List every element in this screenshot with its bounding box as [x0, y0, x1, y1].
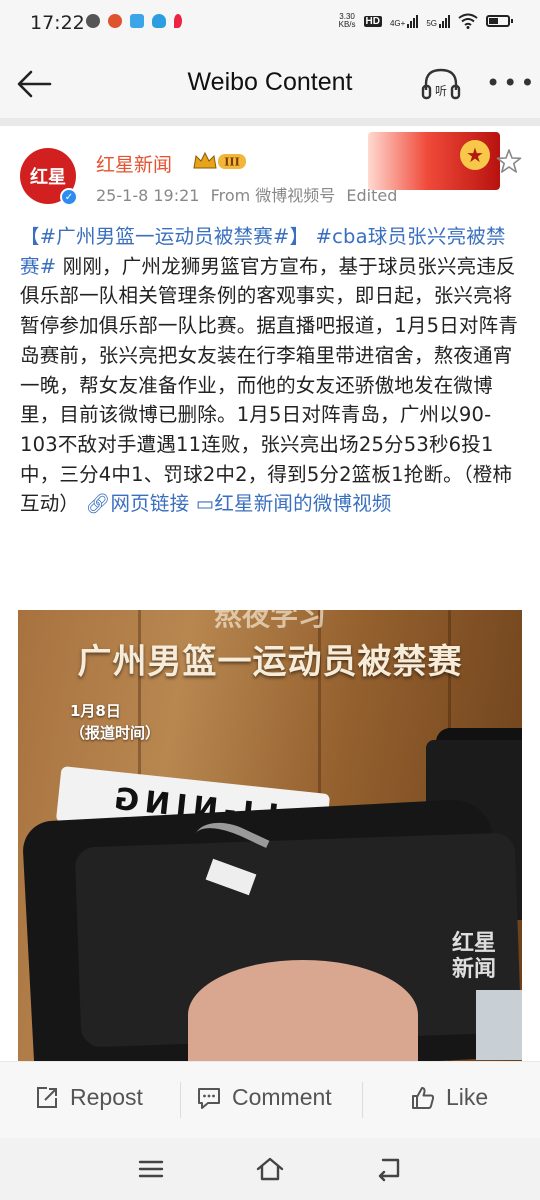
post-date: 25-1-8 19:21 — [96, 186, 200, 205]
network-speed: 3.30 KB/s — [338, 12, 356, 29]
listen-headphones-icon[interactable]: 听 — [420, 64, 462, 104]
home-icon[interactable] — [255, 1154, 285, 1184]
post-action-bar: Repost Comment Like — [0, 1062, 540, 1138]
hd-icon: HD — [363, 15, 382, 27]
status-bar: 17:22 3.30 KB/s HD 4G+ 5G — [0, 0, 540, 50]
person-in-bag — [188, 960, 418, 1061]
location-pin-icon — [174, 14, 182, 28]
avatar-text: 红星 — [30, 167, 66, 188]
verified-badge-icon: ✓ — [60, 188, 78, 206]
qq-icon — [152, 14, 166, 28]
web-link[interactable]: 🔗︎网页链接 — [86, 492, 190, 515]
thumbs-up-icon — [412, 1086, 435, 1109]
post-text: 刚刚，广州龙狮男篮官方宣布，基于球员张兴亮违反俱乐部一队相关管理条例的客观事实，… — [20, 254, 519, 516]
post-meta: 25-1-8 19:21 From 微博视频号 Edited — [96, 182, 403, 206]
signal-4g-icon: 4G+ — [390, 14, 419, 28]
listen-label: 听 — [435, 84, 447, 98]
comment-button[interactable]: Comment — [196, 1084, 332, 1111]
system-nav-bar — [0, 1138, 540, 1200]
repost-button[interactable]: Repost — [34, 1084, 143, 1111]
signal-5g-icon: 5G — [426, 14, 450, 28]
hashtag-topic-1[interactable]: 【#广州男篮一运动员被禁赛#】 — [20, 225, 309, 248]
post-source: From 微博视频号 — [210, 186, 336, 205]
notification-icons — [86, 14, 182, 28]
wifi-icon — [458, 13, 478, 29]
video-watermark: 红星新闻 — [452, 930, 497, 982]
level-badge: III — [224, 156, 239, 169]
video-date-label: 1月8日 （报道时间） — [70, 702, 161, 742]
weibo-icon — [108, 14, 122, 28]
video-caption-top: 熬夜学习 — [213, 610, 326, 632]
like-button[interactable]: Like — [410, 1084, 488, 1111]
post-card: 红星 ✓ 红星新闻 III 25-1-8 19:21 From 微博视频号 Ed… — [0, 126, 540, 1061]
post-body: 【#广州男篮一运动员被禁赛#】 #cba球员张兴亮被禁赛# 刚刚，广州龙狮男篮官… — [20, 222, 522, 519]
favorite-star-icon[interactable] — [496, 148, 522, 174]
link-icon: 🔗︎ — [85, 492, 111, 516]
action-divider — [362, 1082, 363, 1118]
top-app-bar: Weibo Content 听 ••• — [0, 50, 540, 118]
decoration-banner: ★ — [368, 132, 500, 190]
video-link[interactable]: ▭红星新闻的微博视频 — [196, 492, 392, 515]
video-player[interactable]: 熬夜学习 广州男篮一运动员被禁赛 1月8日 （报道时间） LI-NING 红星新… — [18, 610, 522, 1061]
side-box — [476, 990, 522, 1060]
wechat-icon — [86, 14, 100, 28]
menu-icon[interactable] — [136, 1154, 166, 1184]
back-nav-icon[interactable] — [374, 1154, 404, 1184]
bilibili-icon — [130, 14, 144, 28]
action-divider — [180, 1082, 181, 1118]
video-caption-main: 广州男篮一运动员被禁赛 — [77, 642, 463, 682]
battery-icon — [486, 15, 513, 27]
more-options-icon[interactable]: ••• — [486, 71, 537, 95]
author-name[interactable]: 红星新闻 — [96, 150, 172, 177]
video-icon: ▭ — [195, 492, 215, 516]
comment-icon — [198, 1087, 220, 1109]
status-time: 17:22 — [30, 12, 85, 34]
system-icons: 3.30 KB/s HD 4G+ 5G — [338, 12, 513, 29]
member-crown-badge-icon[interactable]: III — [192, 150, 248, 172]
repost-icon — [37, 1086, 57, 1108]
star-emblem-icon: ★ — [460, 140, 490, 170]
